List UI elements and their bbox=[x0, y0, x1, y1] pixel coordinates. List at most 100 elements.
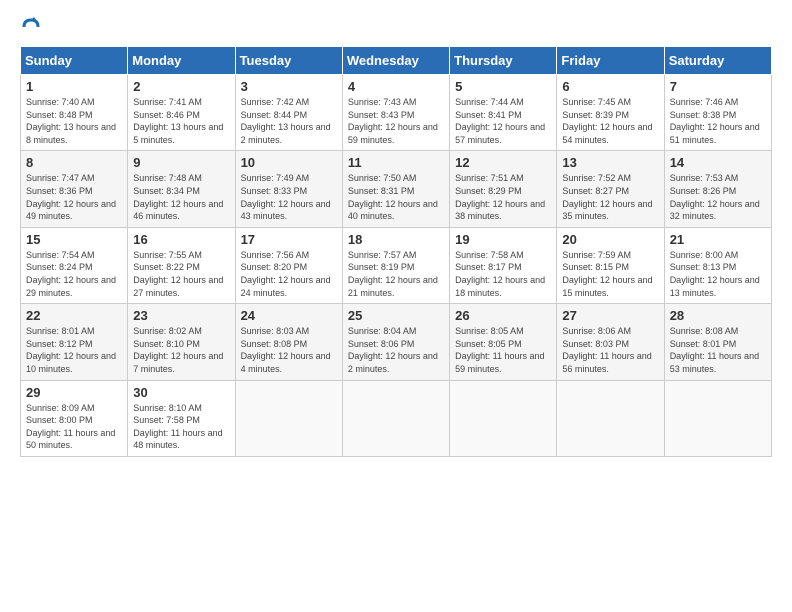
day-info: Sunrise: 8:08 AM Sunset: 8:01 PM Dayligh… bbox=[670, 325, 766, 375]
day-cell: 10 Sunrise: 7:49 AM Sunset: 8:33 PM Dayl… bbox=[235, 151, 342, 227]
day-number: 5 bbox=[455, 79, 551, 94]
day-cell bbox=[235, 380, 342, 456]
day-number: 6 bbox=[562, 79, 658, 94]
day-info: Sunrise: 7:59 AM Sunset: 8:15 PM Dayligh… bbox=[562, 249, 658, 299]
day-cell: 18 Sunrise: 7:57 AM Sunset: 8:19 PM Dayl… bbox=[342, 227, 449, 303]
day-info: Sunrise: 8:03 AM Sunset: 8:08 PM Dayligh… bbox=[241, 325, 337, 375]
day-number: 4 bbox=[348, 79, 444, 94]
day-info: Sunrise: 7:45 AM Sunset: 8:39 PM Dayligh… bbox=[562, 96, 658, 146]
day-cell: 16 Sunrise: 7:55 AM Sunset: 8:22 PM Dayl… bbox=[128, 227, 235, 303]
day-cell: 30 Sunrise: 8:10 AM Sunset: 7:58 PM Dayl… bbox=[128, 380, 235, 456]
day-cell: 26 Sunrise: 8:05 AM Sunset: 8:05 PM Dayl… bbox=[450, 304, 557, 380]
day-cell bbox=[450, 380, 557, 456]
day-cell: 25 Sunrise: 8:04 AM Sunset: 8:06 PM Dayl… bbox=[342, 304, 449, 380]
day-number: 15 bbox=[26, 232, 122, 247]
day-cell: 3 Sunrise: 7:42 AM Sunset: 8:44 PM Dayli… bbox=[235, 75, 342, 151]
day-number: 30 bbox=[133, 385, 229, 400]
day-number: 1 bbox=[26, 79, 122, 94]
logo-icon bbox=[20, 16, 42, 38]
day-info: Sunrise: 7:55 AM Sunset: 8:22 PM Dayligh… bbox=[133, 249, 229, 299]
day-info: Sunrise: 7:52 AM Sunset: 8:27 PM Dayligh… bbox=[562, 172, 658, 222]
day-number: 14 bbox=[670, 155, 766, 170]
day-cell: 14 Sunrise: 7:53 AM Sunset: 8:26 PM Dayl… bbox=[664, 151, 771, 227]
day-info: Sunrise: 8:09 AM Sunset: 8:00 PM Dayligh… bbox=[26, 402, 122, 452]
day-info: Sunrise: 8:00 AM Sunset: 8:13 PM Dayligh… bbox=[670, 249, 766, 299]
day-cell: 1 Sunrise: 7:40 AM Sunset: 8:48 PM Dayli… bbox=[21, 75, 128, 151]
day-info: Sunrise: 7:47 AM Sunset: 8:36 PM Dayligh… bbox=[26, 172, 122, 222]
day-info: Sunrise: 7:41 AM Sunset: 8:46 PM Dayligh… bbox=[133, 96, 229, 146]
day-info: Sunrise: 7:44 AM Sunset: 8:41 PM Dayligh… bbox=[455, 96, 551, 146]
day-info: Sunrise: 7:51 AM Sunset: 8:29 PM Dayligh… bbox=[455, 172, 551, 222]
day-cell: 28 Sunrise: 8:08 AM Sunset: 8:01 PM Dayl… bbox=[664, 304, 771, 380]
day-cell: 9 Sunrise: 7:48 AM Sunset: 8:34 PM Dayli… bbox=[128, 151, 235, 227]
calendar-body: 1 Sunrise: 7:40 AM Sunset: 8:48 PM Dayli… bbox=[21, 75, 772, 457]
day-number: 11 bbox=[348, 155, 444, 170]
day-number: 22 bbox=[26, 308, 122, 323]
logo bbox=[20, 16, 46, 38]
day-info: Sunrise: 7:53 AM Sunset: 8:26 PM Dayligh… bbox=[670, 172, 766, 222]
day-cell: 15 Sunrise: 7:54 AM Sunset: 8:24 PM Dayl… bbox=[21, 227, 128, 303]
day-number: 21 bbox=[670, 232, 766, 247]
day-number: 10 bbox=[241, 155, 337, 170]
day-number: 23 bbox=[133, 308, 229, 323]
day-number: 2 bbox=[133, 79, 229, 94]
header-sunday: Sunday bbox=[21, 47, 128, 75]
header-tuesday: Tuesday bbox=[235, 47, 342, 75]
day-info: Sunrise: 7:49 AM Sunset: 8:33 PM Dayligh… bbox=[241, 172, 337, 222]
day-info: Sunrise: 7:48 AM Sunset: 8:34 PM Dayligh… bbox=[133, 172, 229, 222]
day-cell: 17 Sunrise: 7:56 AM Sunset: 8:20 PM Dayl… bbox=[235, 227, 342, 303]
day-number: 16 bbox=[133, 232, 229, 247]
day-number: 17 bbox=[241, 232, 337, 247]
day-info: Sunrise: 7:40 AM Sunset: 8:48 PM Dayligh… bbox=[26, 96, 122, 146]
week-row-3: 15 Sunrise: 7:54 AM Sunset: 8:24 PM Dayl… bbox=[21, 227, 772, 303]
day-cell bbox=[342, 380, 449, 456]
day-number: 9 bbox=[133, 155, 229, 170]
day-cell: 19 Sunrise: 7:58 AM Sunset: 8:17 PM Dayl… bbox=[450, 227, 557, 303]
day-cell: 5 Sunrise: 7:44 AM Sunset: 8:41 PM Dayli… bbox=[450, 75, 557, 151]
day-cell: 27 Sunrise: 8:06 AM Sunset: 8:03 PM Dayl… bbox=[557, 304, 664, 380]
day-cell: 8 Sunrise: 7:47 AM Sunset: 8:36 PM Dayli… bbox=[21, 151, 128, 227]
day-cell: 12 Sunrise: 7:51 AM Sunset: 8:29 PM Dayl… bbox=[450, 151, 557, 227]
day-info: Sunrise: 7:50 AM Sunset: 8:31 PM Dayligh… bbox=[348, 172, 444, 222]
week-row-2: 8 Sunrise: 7:47 AM Sunset: 8:36 PM Dayli… bbox=[21, 151, 772, 227]
week-row-4: 22 Sunrise: 8:01 AM Sunset: 8:12 PM Dayl… bbox=[21, 304, 772, 380]
day-number: 19 bbox=[455, 232, 551, 247]
day-number: 18 bbox=[348, 232, 444, 247]
day-number: 28 bbox=[670, 308, 766, 323]
day-number: 25 bbox=[348, 308, 444, 323]
day-number: 29 bbox=[26, 385, 122, 400]
day-cell: 11 Sunrise: 7:50 AM Sunset: 8:31 PM Dayl… bbox=[342, 151, 449, 227]
day-number: 13 bbox=[562, 155, 658, 170]
header-saturday: Saturday bbox=[664, 47, 771, 75]
day-cell: 6 Sunrise: 7:45 AM Sunset: 8:39 PM Dayli… bbox=[557, 75, 664, 151]
day-info: Sunrise: 8:04 AM Sunset: 8:06 PM Dayligh… bbox=[348, 325, 444, 375]
day-cell: 20 Sunrise: 7:59 AM Sunset: 8:15 PM Dayl… bbox=[557, 227, 664, 303]
page-header bbox=[20, 16, 772, 38]
week-row-1: 1 Sunrise: 7:40 AM Sunset: 8:48 PM Dayli… bbox=[21, 75, 772, 151]
calendar-table: SundayMondayTuesdayWednesdayThursdayFrid… bbox=[20, 46, 772, 457]
day-info: Sunrise: 8:02 AM Sunset: 8:10 PM Dayligh… bbox=[133, 325, 229, 375]
day-cell: 29 Sunrise: 8:09 AM Sunset: 8:00 PM Dayl… bbox=[21, 380, 128, 456]
day-info: Sunrise: 7:42 AM Sunset: 8:44 PM Dayligh… bbox=[241, 96, 337, 146]
header-monday: Monday bbox=[128, 47, 235, 75]
day-info: Sunrise: 7:57 AM Sunset: 8:19 PM Dayligh… bbox=[348, 249, 444, 299]
day-info: Sunrise: 8:05 AM Sunset: 8:05 PM Dayligh… bbox=[455, 325, 551, 375]
week-row-5: 29 Sunrise: 8:09 AM Sunset: 8:00 PM Dayl… bbox=[21, 380, 772, 456]
day-number: 27 bbox=[562, 308, 658, 323]
day-cell: 23 Sunrise: 8:02 AM Sunset: 8:10 PM Dayl… bbox=[128, 304, 235, 380]
header-friday: Friday bbox=[557, 47, 664, 75]
day-cell bbox=[664, 380, 771, 456]
day-number: 7 bbox=[670, 79, 766, 94]
day-number: 8 bbox=[26, 155, 122, 170]
day-info: Sunrise: 7:54 AM Sunset: 8:24 PM Dayligh… bbox=[26, 249, 122, 299]
day-cell bbox=[557, 380, 664, 456]
day-cell: 13 Sunrise: 7:52 AM Sunset: 8:27 PM Dayl… bbox=[557, 151, 664, 227]
header-thursday: Thursday bbox=[450, 47, 557, 75]
day-number: 26 bbox=[455, 308, 551, 323]
day-info: Sunrise: 8:01 AM Sunset: 8:12 PM Dayligh… bbox=[26, 325, 122, 375]
day-number: 12 bbox=[455, 155, 551, 170]
day-cell: 4 Sunrise: 7:43 AM Sunset: 8:43 PM Dayli… bbox=[342, 75, 449, 151]
day-info: Sunrise: 8:06 AM Sunset: 8:03 PM Dayligh… bbox=[562, 325, 658, 375]
day-number: 20 bbox=[562, 232, 658, 247]
header-wednesday: Wednesday bbox=[342, 47, 449, 75]
